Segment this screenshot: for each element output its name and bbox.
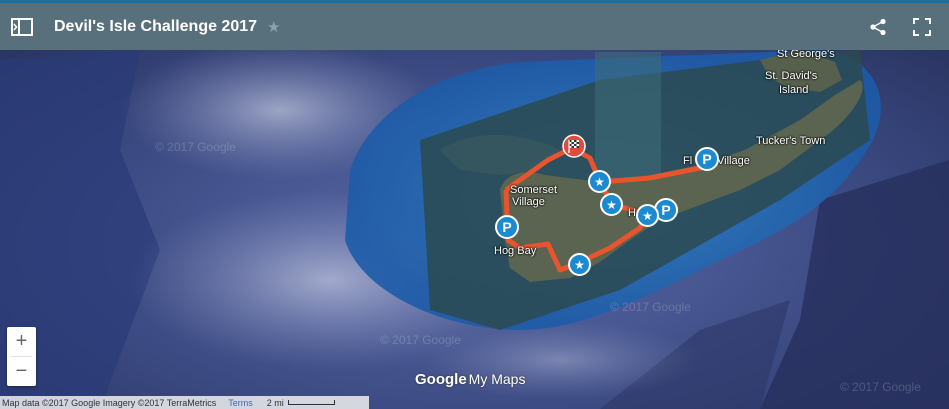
place-label-somerset-village: Village <box>512 196 545 208</box>
map-watermark: © 2017 Google <box>380 333 461 347</box>
sidebar-toggle-button[interactable] <box>10 17 34 37</box>
star-marker[interactable]: ★ <box>588 170 611 193</box>
share-icon[interactable] <box>869 18 887 36</box>
zoom-out-button[interactable]: − <box>7 357 36 386</box>
scale-label: 2 mi <box>266 397 284 408</box>
zoom-controls: + − <box>7 327 36 386</box>
map-header: Devil's Isle Challenge 2017 ★ <box>0 0 949 50</box>
star-marker[interactable]: ★ <box>600 193 623 216</box>
map-title: Devil's Isle Challenge 2017 <box>54 17 258 35</box>
map-attribution: Map data ©2017 Google Imagery ©2017 Terr… <box>0 396 369 409</box>
parking-marker[interactable]: P <box>495 215 519 239</box>
mymaps-wordmark: My Maps <box>468 371 526 387</box>
place-label-flatts: Fl <box>683 155 693 167</box>
parking-glyph: P <box>661 202 671 218</box>
zoom-in-button[interactable]: + <box>7 327 36 356</box>
map-watermark: © 2017 Google <box>840 380 921 394</box>
place-label-somerset: Somerset <box>510 184 558 196</box>
map-data-credit: Map data ©2017 Google Imagery ©2017 Terr… <box>2 397 217 408</box>
fullscreen-icon[interactable] <box>913 17 931 36</box>
google-mymaps-logo: Google My Maps <box>415 371 525 388</box>
map-watermark: © 2017 Google <box>610 300 691 314</box>
parking-marker[interactable]: P <box>695 147 719 171</box>
place-label-st-davids: St. David's <box>765 70 818 82</box>
satellite-imagery <box>0 0 949 409</box>
map-canvas[interactable]: © 2017 Google © 2017 Google © 2017 Googl… <box>0 0 949 409</box>
parking-glyph: P <box>502 219 512 235</box>
google-wordmark: Google <box>415 371 467 388</box>
map-watermark: © 2017 Google <box>155 140 236 154</box>
finish-flag-marker[interactable] <box>562 134 586 158</box>
panel-toggle-icon <box>11 17 33 36</box>
scale-indicator[interactable]: 2 mi <box>267 398 335 408</box>
star-icon: ★ <box>574 257 585 272</box>
scale-bar <box>287 400 335 405</box>
place-label-tuckers-town: Tucker's Town <box>756 135 826 147</box>
star-marker[interactable]: ★ <box>568 253 591 276</box>
place-label-flatts-village: Village <box>717 155 750 167</box>
star-icon: ★ <box>606 197 617 212</box>
place-label-hog-bay: Hog Bay <box>494 245 537 257</box>
star-icon: ★ <box>594 174 605 189</box>
star-marker[interactable]: ★ <box>636 204 659 227</box>
favorite-star-icon[interactable]: ★ <box>267 18 280 36</box>
parking-glyph: P <box>702 151 712 167</box>
terms-link[interactable]: Terms <box>228 398 253 408</box>
star-icon: ★ <box>642 208 653 223</box>
place-label-island: Island <box>779 84 809 96</box>
